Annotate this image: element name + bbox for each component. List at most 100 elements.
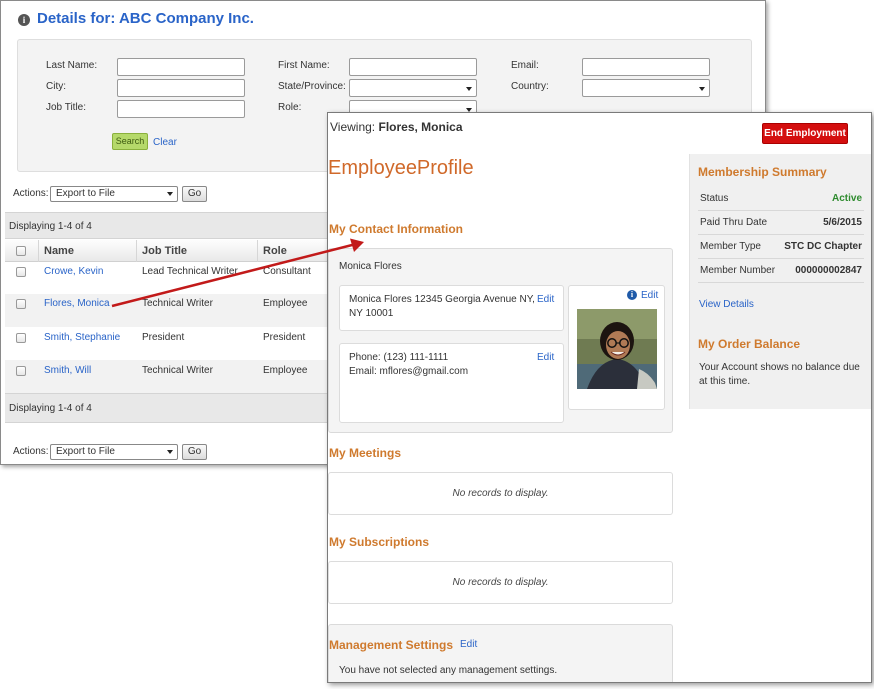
membership-row: Member Type STC DC Chapter	[698, 235, 864, 259]
info-icon: i	[627, 290, 637, 300]
last-name-label: Last Name:	[46, 60, 98, 71]
membership-sidebar: Membership Summary Status Active Paid Th…	[689, 154, 871, 409]
membership-value: 5/6/2015	[823, 217, 862, 228]
select-all-checkbox[interactable]	[16, 246, 26, 256]
viewing-header: Viewing: Flores, Monica	[330, 120, 463, 134]
role-cell: President	[263, 332, 306, 343]
last-name-input[interactable]	[117, 58, 245, 76]
displaying-count: Displaying 1-4 of 4	[9, 221, 92, 232]
employee-name-link[interactable]: Flores, Monica	[44, 298, 110, 309]
email-label: Email:	[511, 60, 539, 71]
row-checkbox[interactable]	[16, 299, 26, 309]
job-title-cell: President	[142, 332, 185, 343]
job-title-cell: Lead Technical Writer	[142, 266, 238, 277]
membership-row: Member Number 000000002847	[698, 259, 864, 283]
meetings-section-title: My Meetings	[329, 446, 402, 460]
go-button-top[interactable]: Go	[182, 186, 207, 202]
management-section-title: Management Settings	[329, 638, 454, 652]
address-line-1: Monica Flores 12345 Georgia Avenue NY,	[349, 294, 535, 305]
first-name-input[interactable]	[349, 58, 477, 76]
subscriptions-empty-text: No records to display.	[452, 577, 549, 588]
meetings-panel: No records to display.	[328, 472, 673, 515]
clear-link[interactable]: Clear	[153, 137, 177, 148]
address-card: Monica Flores 12345 Georgia Avenue NY, N…	[339, 285, 564, 331]
membership-row: Paid Thru Date 5/6/2015	[698, 211, 864, 235]
membership-label: Member Number	[700, 265, 776, 276]
viewing-name: Flores, Monica	[378, 120, 463, 134]
meetings-empty-text: No records to display.	[452, 488, 549, 499]
viewing-label: Viewing:	[330, 120, 376, 134]
contact-panel: Monica Flores Monica Flores 12345 Georgi…	[328, 248, 673, 433]
edit-phone-link[interactable]: Edit	[537, 352, 554, 363]
column-header-role[interactable]: Role	[263, 245, 287, 257]
actions-label: Actions:	[13, 446, 49, 457]
role-cell: Consultant	[263, 266, 311, 277]
actions-select-top[interactable]: Export to File	[50, 186, 178, 202]
contact-section-title: My Contact Information	[329, 222, 463, 236]
actions-label: Actions:	[13, 188, 49, 199]
address-line-2: NY 10001	[349, 308, 394, 319]
chevron-down-icon	[466, 87, 472, 91]
actions-select-value: Export to File	[56, 446, 115, 457]
row-checkbox[interactable]	[16, 267, 26, 277]
membership-value: 000000002847	[795, 265, 862, 276]
job-title-cell: Technical Writer	[142, 298, 213, 309]
row-checkbox[interactable]	[16, 366, 26, 376]
membership-label: Status	[700, 193, 729, 204]
edit-address-link[interactable]: Edit	[537, 294, 554, 305]
displaying-count: Displaying 1-4 of 4	[9, 403, 92, 414]
column-header-job-title[interactable]: Job Title	[142, 245, 187, 257]
country-label: Country:	[511, 81, 549, 92]
end-employment-button[interactable]: End Employment	[762, 123, 848, 144]
order-balance-line-1: Your Account shows no balance due	[699, 362, 860, 373]
edit-photo-link[interactable]: Edit	[641, 290, 658, 301]
job-title-label: Job Title:	[46, 102, 87, 113]
actions-select-bottom[interactable]: Export to File	[50, 444, 178, 460]
profile-photo	[577, 309, 657, 389]
row-checkbox[interactable]	[16, 333, 26, 343]
column-divider	[257, 240, 258, 262]
column-divider	[38, 240, 39, 262]
membership-row: Status Active	[698, 187, 864, 211]
role-label: Role:	[278, 102, 302, 113]
contact-name: Monica Flores	[339, 261, 402, 272]
employee-profile-window: Viewing: Flores, Monica End Employment E…	[327, 112, 872, 683]
phone-text: Phone: (123) 111-1111	[349, 352, 449, 363]
column-divider	[136, 240, 137, 262]
go-button-bottom[interactable]: Go	[182, 444, 207, 460]
job-title-input[interactable]	[117, 100, 245, 118]
employee-name-link[interactable]: Smith, Will	[44, 365, 91, 376]
order-balance-title: My Order Balance	[698, 337, 801, 351]
membership-label: Paid Thru Date	[700, 217, 768, 228]
edit-management-link[interactable]: Edit	[460, 639, 477, 650]
column-header-name[interactable]: Name	[44, 245, 74, 257]
order-balance-line-2: at this time.	[699, 376, 751, 387]
employee-name-link[interactable]: Crowe, Kevin	[44, 266, 103, 277]
role-cell: Employee	[263, 298, 308, 309]
chevron-down-icon	[167, 192, 173, 196]
search-button[interactable]: Search	[112, 133, 148, 150]
membership-label: Member Type	[700, 241, 761, 252]
email-input[interactable]	[582, 58, 710, 76]
first-name-label: First Name:	[278, 60, 330, 71]
view-details-link[interactable]: View Details	[699, 299, 754, 310]
state-select[interactable]	[349, 79, 477, 97]
actions-select-value: Export to File	[56, 188, 115, 199]
state-label: State/Province:	[278, 81, 346, 92]
info-icon: i	[18, 14, 30, 26]
country-select[interactable]	[582, 79, 710, 97]
employee-name-link[interactable]: Smith, Stephanie	[44, 332, 120, 343]
company-title: Details for: ABC Company Inc.	[37, 10, 254, 27]
subscriptions-panel: No records to display.	[328, 561, 673, 604]
city-label: City:	[46, 81, 66, 92]
status-badge: Active	[831, 193, 862, 204]
management-text: You have not selected any management set…	[339, 665, 558, 676]
chevron-down-icon	[167, 450, 173, 454]
phone-email-card: Phone: (123) 111-1111 Email: mflores@gma…	[339, 343, 564, 423]
email-text: Email: mflores@gmail.com	[349, 366, 469, 377]
chevron-down-icon	[699, 87, 705, 91]
subscriptions-section-title: My Subscriptions	[329, 535, 430, 549]
photo-card: i Edit	[568, 285, 665, 410]
page-title: EmployeeProfile	[328, 157, 474, 179]
city-input[interactable]	[117, 79, 245, 97]
